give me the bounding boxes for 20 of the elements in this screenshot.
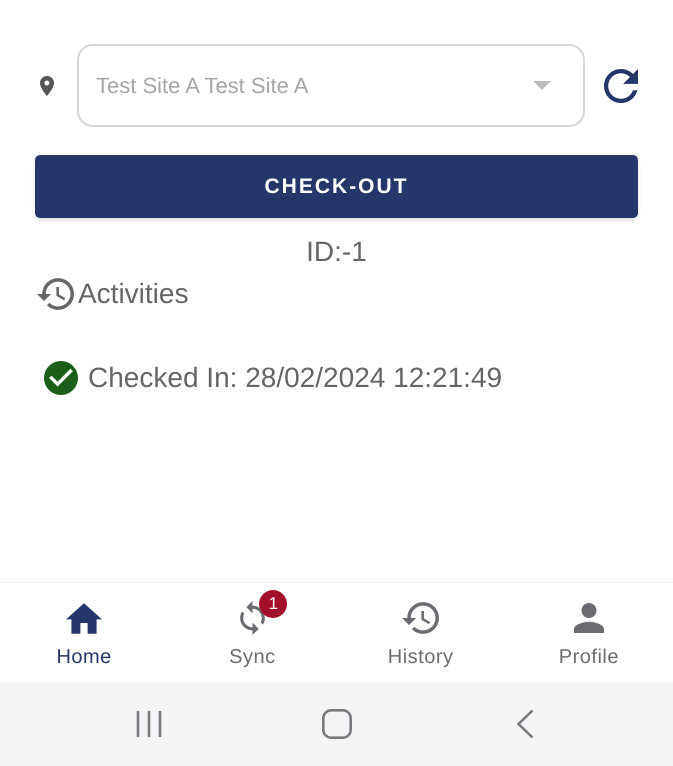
nav-tab[interactable]: History <box>336 583 505 682</box>
nav-tab[interactable]: Home <box>0 583 168 682</box>
home-icon <box>66 602 102 634</box>
sync-icon <box>240 601 265 635</box>
history-icon <box>37 278 74 310</box>
activity-text: Checked In: 28/02/2024 12:21:49 <box>88 361 502 395</box>
person-icon <box>574 603 604 633</box>
nav-tab[interactable]: Profile <box>504 583 673 682</box>
refresh-icon[interactable] <box>604 68 638 102</box>
check-out-button[interactable]: CHECK-OUT <box>35 155 638 218</box>
home-button-icon[interactable] <box>322 709 352 739</box>
location-pin-icon <box>40 76 54 96</box>
recents-icon[interactable] <box>136 711 162 737</box>
id-label: ID:-1 <box>306 235 367 269</box>
history-icon <box>402 602 440 634</box>
nav-tab[interactable]: Sync 1 <box>168 583 336 682</box>
caret-icon <box>533 81 551 90</box>
activities-heading: Activities <box>78 277 188 311</box>
notification-badge: 1 <box>259 590 288 618</box>
back-icon[interactable] <box>516 709 534 739</box>
